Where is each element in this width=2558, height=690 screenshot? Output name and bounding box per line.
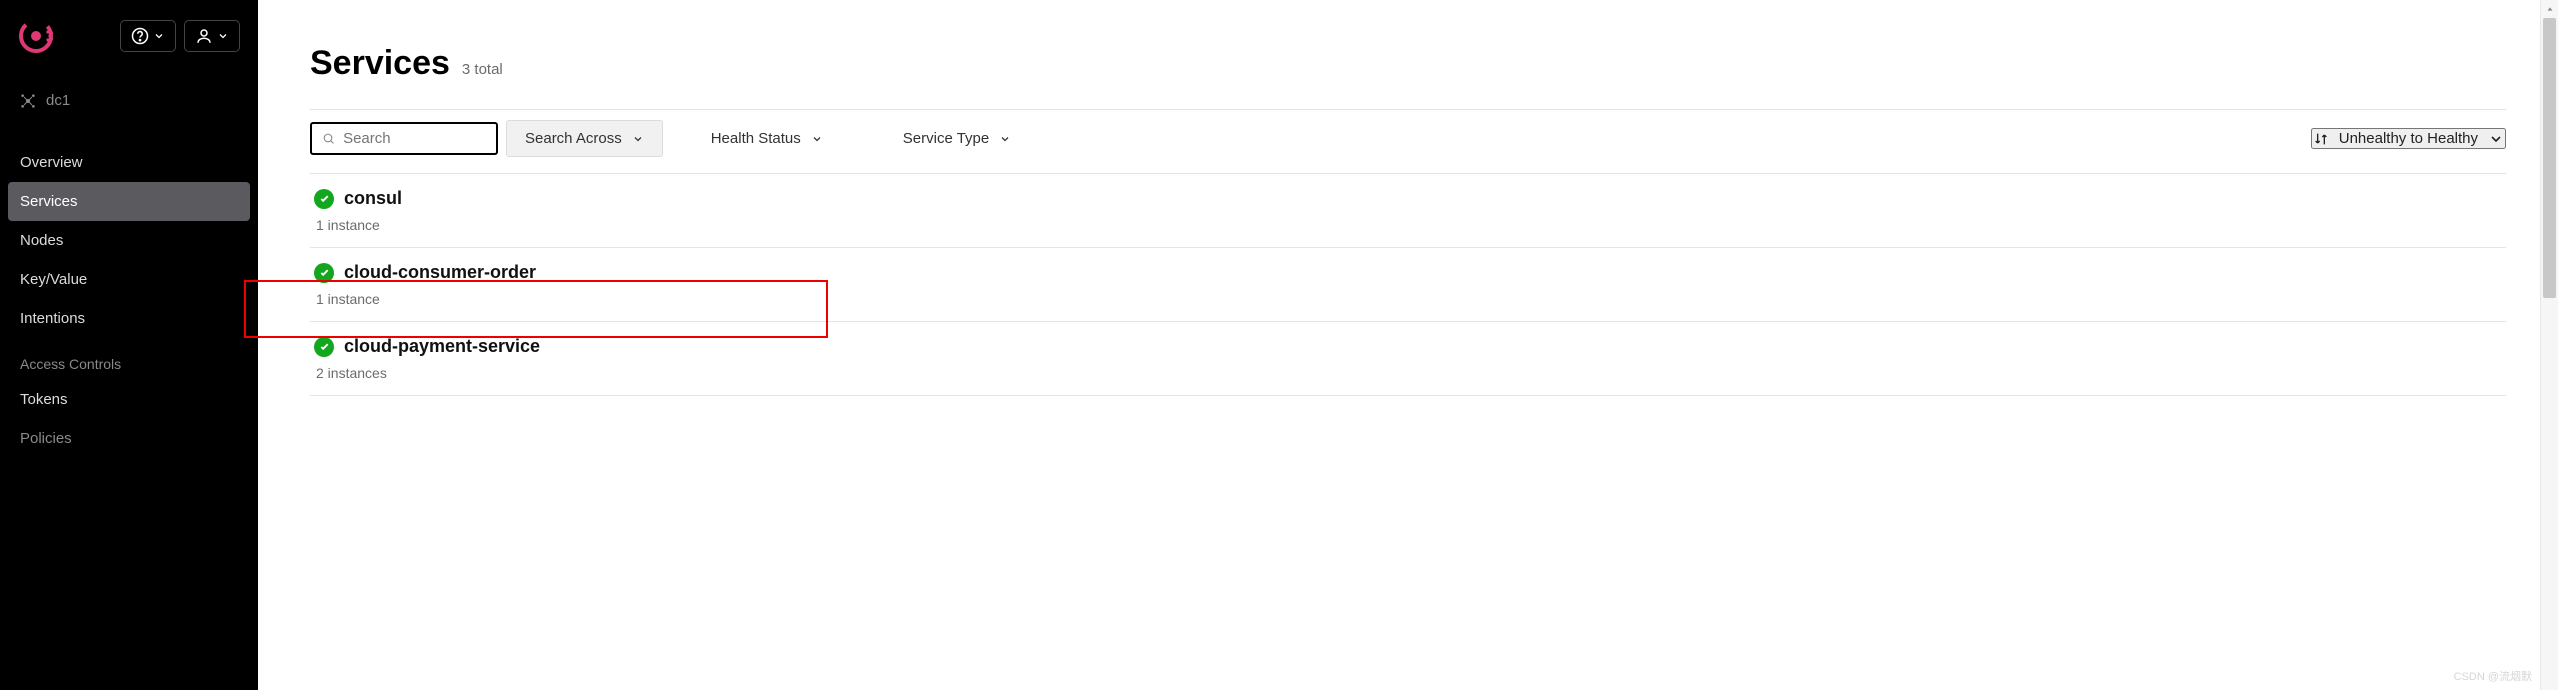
- scroll-thumb[interactable]: [2543, 18, 2556, 298]
- nav-services[interactable]: Services: [8, 182, 250, 221]
- service-name: cloud-payment-service: [344, 336, 540, 357]
- help-menu-button[interactable]: [120, 20, 176, 52]
- datacenter-icon: [20, 93, 36, 109]
- chevron-down-icon: [632, 133, 644, 145]
- status-healthy-icon: [314, 263, 334, 283]
- datacenter-label: dc1: [46, 92, 70, 109]
- service-type-label: Service Type: [903, 130, 989, 147]
- search-across-label: Search Across: [525, 130, 622, 147]
- user-menu-button[interactable]: [184, 20, 240, 52]
- service-row[interactable]: cloud-payment-service 2 instances: [310, 322, 2506, 396]
- service-instances: 1 instance: [316, 291, 2506, 307]
- nav-overview[interactable]: Overview: [0, 143, 258, 182]
- service-type-filter[interactable]: Service Type: [885, 121, 1029, 156]
- service-name: cloud-consumer-order: [344, 262, 536, 283]
- watermark: CSDN @流烟默: [2454, 668, 2532, 684]
- health-status-filter[interactable]: Health Status: [693, 121, 841, 156]
- page-subtitle: 3 total: [462, 61, 503, 78]
- status-healthy-icon: [314, 189, 334, 209]
- service-row[interactable]: consul 1 instance: [310, 173, 2506, 248]
- search-input[interactable]: [343, 130, 486, 147]
- toolbar: Search Across Health Status Service Type…: [310, 109, 2506, 167]
- service-row[interactable]: cloud-consumer-order 1 instance: [310, 248, 2506, 322]
- consul-logo: [18, 18, 54, 54]
- search-across-button[interactable]: Search Across: [506, 120, 663, 157]
- header-controls: [120, 20, 240, 52]
- chevron-down-icon: [999, 133, 1011, 145]
- scroll-up-arrow[interactable]: [2541, 0, 2558, 18]
- status-healthy-icon: [314, 337, 334, 357]
- nav-nodes[interactable]: Nodes: [0, 221, 258, 260]
- primary-nav: Overview Services Nodes Key/Value Intent…: [0, 143, 258, 458]
- service-name: consul: [344, 188, 402, 209]
- nav-policies[interactable]: Policies: [0, 419, 258, 458]
- service-instances: 2 instances: [316, 365, 2506, 381]
- nav-keyvalue[interactable]: Key/Value: [0, 260, 258, 299]
- nav-intentions[interactable]: Intentions: [0, 299, 258, 338]
- access-controls-label: Access Controls: [0, 338, 258, 380]
- scrollbar[interactable]: [2540, 0, 2558, 690]
- service-list: consul 1 instance cloud-consumer-order 1…: [310, 173, 2506, 396]
- page-header: Services 3 total: [310, 44, 2506, 83]
- chevron-down-icon: [811, 133, 823, 145]
- nav-tokens[interactable]: Tokens: [0, 380, 258, 419]
- search-box[interactable]: [310, 122, 498, 155]
- sidebar-header: [0, 18, 258, 82]
- main-content: Services 3 total Search Across Health St…: [258, 0, 2558, 690]
- page-title: Services: [310, 44, 450, 83]
- sort-label: Unhealthy to Healthy: [2339, 130, 2478, 147]
- service-instances: 1 instance: [316, 217, 2506, 233]
- user-icon: [195, 27, 213, 45]
- sort-icon: [2313, 131, 2329, 147]
- health-status-label: Health Status: [711, 130, 801, 147]
- chevron-down-icon: [2488, 131, 2504, 147]
- datacenter-selector[interactable]: dc1: [0, 82, 258, 119]
- sidebar: dc1 Overview Services Nodes Key/Value In…: [0, 0, 258, 690]
- chevron-down-icon: [217, 30, 229, 42]
- help-icon: [131, 27, 149, 45]
- search-icon: [322, 131, 335, 146]
- chevron-down-icon: [153, 30, 165, 42]
- sort-button[interactable]: Unhealthy to Healthy: [2311, 128, 2506, 149]
